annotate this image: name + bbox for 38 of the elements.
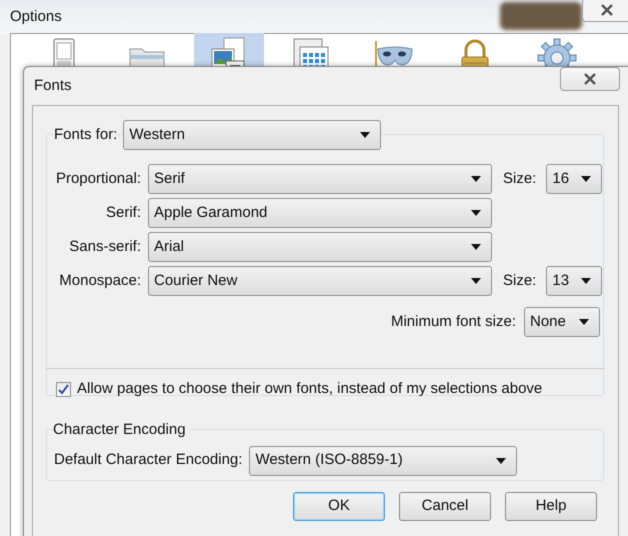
caret-icon: [471, 244, 481, 250]
close-button[interactable]: [582, 0, 628, 22]
font-dropdown[interactable]: Serif: [148, 164, 492, 194]
minimum-font-size-label: Minimum font size:: [390, 312, 516, 332]
dialog-button[interactable]: Cancel: [399, 492, 491, 520]
font-label: Sans-serif:: [68, 236, 141, 257]
font-dropdown[interactable]: Apple Garamond: [148, 198, 492, 228]
caret-icon: [496, 458, 506, 464]
encoding-label: Default Character Encoding:: [54, 450, 242, 470]
caret-icon: [579, 319, 589, 325]
close-icon: [600, 3, 614, 17]
close-icon: [583, 72, 597, 86]
size-label: Size:: [503, 270, 536, 291]
close-button[interactable]: [560, 67, 620, 91]
allow-fonts-label: Allow pages to choose their own fonts, instead of my selections above: [77, 378, 542, 399]
caret-icon: [471, 210, 481, 216]
font-dropdown[interactable]: Arial: [148, 232, 492, 262]
caret-icon: [471, 176, 481, 182]
window-title: Options: [10, 7, 62, 27]
size-dropdown[interactable]: 16: [546, 164, 602, 194]
encoding-dropdown[interactable]: Western (ISO-8859-1): [249, 446, 518, 476]
caret-icon: [471, 278, 481, 284]
dialog-button[interactable]: Help: [505, 492, 597, 520]
size-label: Size:: [503, 168, 536, 189]
caret-icon: [360, 132, 370, 138]
minimum-size-dropdown[interactable]: None: [524, 307, 600, 337]
dialog-button[interactable]: OK: [293, 492, 385, 520]
checkmark-icon: [58, 384, 69, 394]
fonts-for-dropdown[interactable]: Western: [123, 120, 382, 150]
dialog-title: Fonts: [34, 76, 72, 96]
font-label: Serif:: [104, 202, 141, 223]
font-label: Proportional:: [54, 168, 141, 189]
checkbox[interactable]: [56, 382, 71, 396]
caret-icon: [581, 176, 592, 182]
font-dropdown[interactable]: Courier New: [148, 266, 492, 296]
size-dropdown[interactable]: 13: [546, 266, 602, 296]
caret-icon: [581, 278, 592, 284]
font-label: Monospace:: [58, 270, 141, 291]
